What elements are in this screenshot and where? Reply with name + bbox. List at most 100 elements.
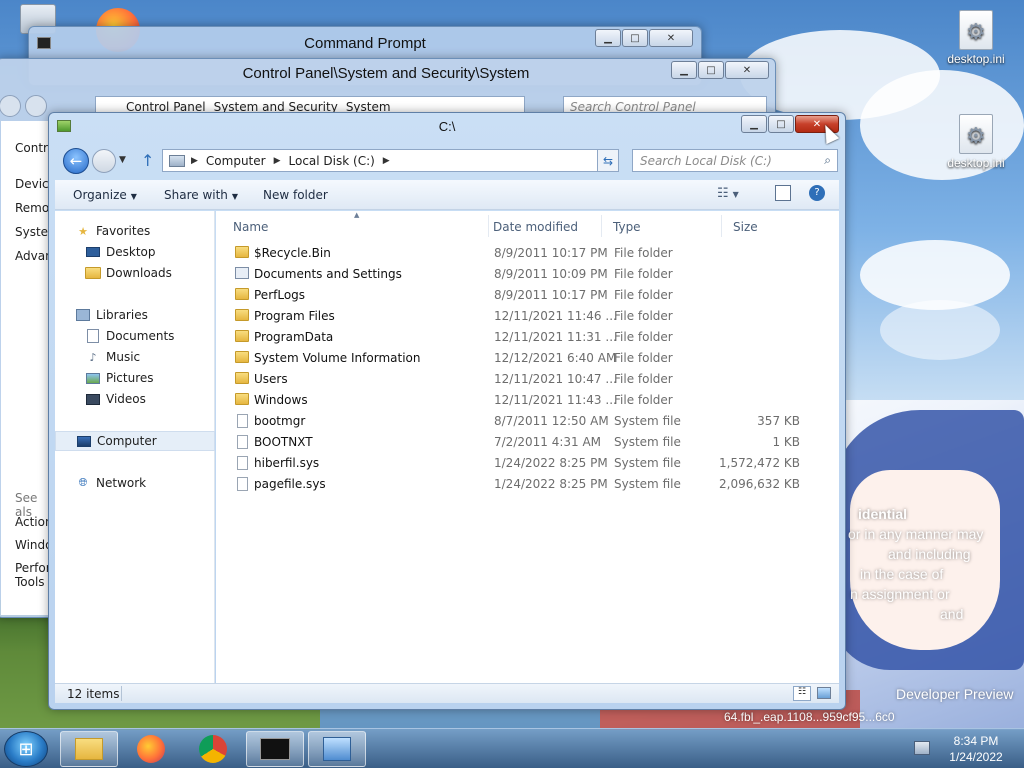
pictures-icon bbox=[85, 371, 101, 385]
breadcrumb-segment[interactable]: System and Security bbox=[214, 100, 338, 114]
organize-label: Organize bbox=[73, 188, 127, 202]
folder-icon bbox=[235, 351, 249, 363]
windows-logo-icon: ⊞ bbox=[18, 738, 34, 760]
back-button[interactable] bbox=[0, 95, 21, 117]
music-icon: ♪ bbox=[89, 350, 97, 364]
nav-network[interactable]: 🌐︎ Network bbox=[55, 473, 215, 493]
start-button[interactable]: ⊞ bbox=[4, 731, 48, 767]
desktop-icon-label: desktop.ini bbox=[947, 156, 1005, 170]
breadcrumb-local-disk[interactable]: Local Disk (C:) bbox=[283, 154, 381, 168]
search-input[interactable]: Search Local Disk (C:) ⌕ bbox=[632, 149, 838, 172]
preview-pane-button[interactable] bbox=[775, 185, 791, 201]
file-type: System file bbox=[614, 414, 681, 428]
details-view-icon[interactable]: ☷ bbox=[793, 686, 811, 701]
breadcrumb-separator-icon[interactable]: ▶ bbox=[381, 156, 392, 166]
file-row[interactable]: Windows 12/11/2021 11:43 ... File folder bbox=[216, 390, 816, 411]
computer-icon bbox=[76, 434, 92, 448]
refresh-button[interactable]: ⇆ bbox=[597, 149, 619, 172]
column-header-date[interactable]: Date modified bbox=[482, 215, 602, 237]
window-title: Control Panel\System and Security\System bbox=[242, 65, 530, 82]
new-folder-button[interactable]: New folder bbox=[263, 188, 328, 202]
desktop-ini-icon[interactable]: desktop.ini bbox=[936, 10, 1016, 66]
file-row[interactable]: pagefile.sys 1/24/2022 8:25 PM System file… bbox=[216, 474, 816, 495]
breadcrumb-computer[interactable]: Computer bbox=[200, 154, 272, 168]
desktop-ini-icon[interactable]: desktop.ini bbox=[936, 114, 1016, 170]
close-button[interactable]: ✕ bbox=[725, 61, 769, 79]
file-type: File folder bbox=[614, 288, 673, 302]
watermark-line: and bbox=[940, 606, 964, 622]
nav-desktop[interactable]: Desktop bbox=[55, 242, 215, 262]
minimize-button[interactable]: ▁ bbox=[671, 61, 697, 79]
column-header-name[interactable]: Name bbox=[222, 215, 489, 237]
up-button[interactable]: ↑ bbox=[141, 151, 154, 170]
file-row[interactable]: Users 12/11/2021 10:47 ... File folder bbox=[216, 369, 816, 390]
close-button[interactable]: ✕ bbox=[649, 29, 693, 47]
explorer-window[interactable]: C:\ ▁ □ ✕ ← ▼ ↑ ▶ Computer ▶ Local Disk … bbox=[48, 112, 846, 710]
nav-label: Favorites bbox=[96, 224, 151, 238]
clock[interactable]: 8:34 PM 1/24/2022 bbox=[936, 733, 1016, 765]
file-row[interactable]: ProgramData 12/11/2021 11:31 ... File fold… bbox=[216, 327, 816, 348]
nav-libraries[interactable]: Libraries bbox=[55, 305, 215, 325]
nav-videos[interactable]: Videos bbox=[55, 389, 215, 409]
change-view-button[interactable]: ☷ ▼ bbox=[717, 186, 739, 201]
organize-button[interactable]: Organize ▼ bbox=[73, 188, 137, 202]
nav-computer[interactable]: Computer bbox=[55, 431, 215, 451]
status-divider bbox=[121, 686, 122, 701]
help-button[interactable]: ? bbox=[809, 185, 825, 201]
taskbar-chrome[interactable] bbox=[184, 731, 242, 767]
file-row[interactable]: bootmgr 8/7/2011 12:50 AM System file 357 K… bbox=[216, 411, 816, 432]
breadcrumb-separator-icon[interactable]: ▶ bbox=[272, 156, 283, 166]
nav-pictures[interactable]: Pictures bbox=[55, 368, 215, 388]
taskbar-control-panel[interactable] bbox=[308, 731, 366, 767]
forward-button[interactable] bbox=[25, 95, 47, 117]
breadcrumb-separator-icon[interactable]: ▶ bbox=[189, 156, 200, 166]
cp-side-link[interactable]: Remo bbox=[15, 201, 49, 215]
nav-label: Libraries bbox=[96, 308, 148, 322]
file-row[interactable]: $Recycle.Bin 8/9/2011 10:17 PM File folder bbox=[216, 243, 816, 264]
nav-favorites[interactable]: ★ Favorites bbox=[55, 221, 215, 241]
recent-pages-dropdown[interactable]: ▼ bbox=[119, 155, 126, 165]
breadcrumb-segment[interactable]: Control Panel bbox=[126, 100, 206, 114]
cp-side-link[interactable]: Windo bbox=[15, 538, 53, 552]
forward-button[interactable] bbox=[92, 149, 116, 173]
nav-label: Network bbox=[96, 476, 147, 490]
downloads-folder-icon bbox=[85, 266, 101, 280]
folder-icon bbox=[235, 309, 249, 321]
minimize-button[interactable]: ▁ bbox=[595, 29, 621, 47]
network-tray-icon[interactable] bbox=[914, 741, 930, 755]
share-with-button[interactable]: Share with ▼ bbox=[164, 188, 238, 202]
address-bar[interactable]: ▶ Computer ▶ Local Disk (C:) ▶ ▼ bbox=[162, 149, 618, 172]
nav-documents[interactable]: Documents bbox=[55, 326, 215, 346]
nav-music[interactable]: ♪ Music bbox=[55, 347, 215, 367]
maximize-button[interactable]: □ bbox=[698, 61, 724, 79]
large-icons-view-icon[interactable] bbox=[817, 687, 831, 699]
column-header-type[interactable]: Type bbox=[602, 215, 722, 237]
settings-file-icon bbox=[959, 114, 993, 154]
maximize-button[interactable]: □ bbox=[768, 115, 794, 133]
cp-side-link[interactable]: Action bbox=[15, 515, 53, 529]
back-button[interactable]: ← bbox=[63, 148, 89, 174]
file-date-modified: 8/9/2011 10:17 PM bbox=[494, 288, 608, 302]
taskbar-firefox[interactable] bbox=[122, 731, 180, 767]
file-row[interactable]: Program Files 12/11/2021 11:46 ... File fo… bbox=[216, 306, 816, 327]
cp-side-link[interactable]: Perfor bbox=[15, 561, 51, 575]
cp-side-link[interactable]: Contr bbox=[15, 141, 48, 155]
taskbar-command-prompt[interactable] bbox=[246, 731, 304, 767]
minimize-button[interactable]: ▁ bbox=[741, 115, 767, 133]
taskbar-explorer[interactable] bbox=[60, 731, 118, 767]
file-row[interactable]: hiberfil.sys 1/24/2022 8:25 PM System file… bbox=[216, 453, 816, 474]
nav-downloads[interactable]: Downloads bbox=[55, 263, 215, 283]
nav-label: Music bbox=[106, 350, 141, 364]
cp-side-link[interactable]: Tools bbox=[15, 575, 45, 589]
nav-label: Documents bbox=[106, 329, 175, 343]
command-bar: Organize ▼ Share with ▼ New folder ☷ ▼ ? bbox=[55, 180, 839, 210]
file-row[interactable]: Documents and Settings 8/9/2011 10:09 PM F… bbox=[216, 264, 816, 285]
maximize-button[interactable]: □ bbox=[622, 29, 648, 47]
file-row[interactable]: System Volume Information 12/12/2021 6:40… bbox=[216, 348, 816, 369]
file-row[interactable]: BOOTNXT 7/2/2011 4:31 AM System file 1 KB bbox=[216, 432, 816, 453]
breadcrumb-segment[interactable]: System bbox=[346, 100, 391, 114]
window-title: C:\ bbox=[438, 119, 456, 134]
column-header-size[interactable]: Size bbox=[722, 215, 802, 237]
file-row[interactable]: PerfLogs 8/9/2011 10:17 PM File folder bbox=[216, 285, 816, 306]
folder-icon bbox=[235, 330, 249, 342]
